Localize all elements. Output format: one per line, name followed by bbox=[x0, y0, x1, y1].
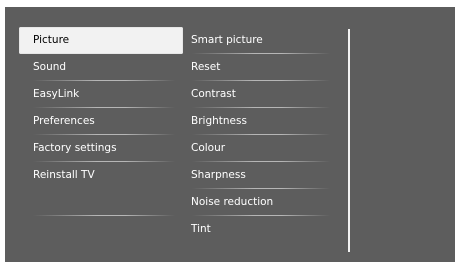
option-sharpness[interactable]: Sharpness bbox=[186, 162, 346, 189]
option-reset[interactable]: Reset bbox=[186, 54, 346, 81]
option-brightness[interactable]: Brightness bbox=[186, 108, 346, 135]
picture-options-menu: Smart picture Reset Contrast Brightness … bbox=[186, 27, 346, 243]
category-menu: Picture Sound EasyLink Preferences Facto… bbox=[19, 27, 183, 216]
option-colour[interactable]: Colour bbox=[186, 135, 346, 162]
menu-divider bbox=[19, 189, 183, 216]
menu-item-preferences[interactable]: Preferences bbox=[19, 108, 183, 135]
menu-item-reinstall-tv[interactable]: Reinstall TV bbox=[19, 162, 183, 189]
column-divider bbox=[348, 29, 350, 252]
option-noise-reduction[interactable]: Noise reduction bbox=[186, 189, 346, 216]
menu-item-picture[interactable]: Picture bbox=[19, 27, 183, 54]
menu-item-easylink[interactable]: EasyLink bbox=[19, 81, 183, 108]
option-contrast[interactable]: Contrast bbox=[186, 81, 346, 108]
option-smart-picture[interactable]: Smart picture bbox=[186, 27, 346, 54]
menu-item-sound[interactable]: Sound bbox=[19, 54, 183, 81]
menu-item-factory-settings[interactable]: Factory settings bbox=[19, 135, 183, 162]
option-tint[interactable]: Tint bbox=[186, 216, 346, 243]
tv-menu-screen: Picture Sound EasyLink Preferences Facto… bbox=[5, 7, 455, 262]
